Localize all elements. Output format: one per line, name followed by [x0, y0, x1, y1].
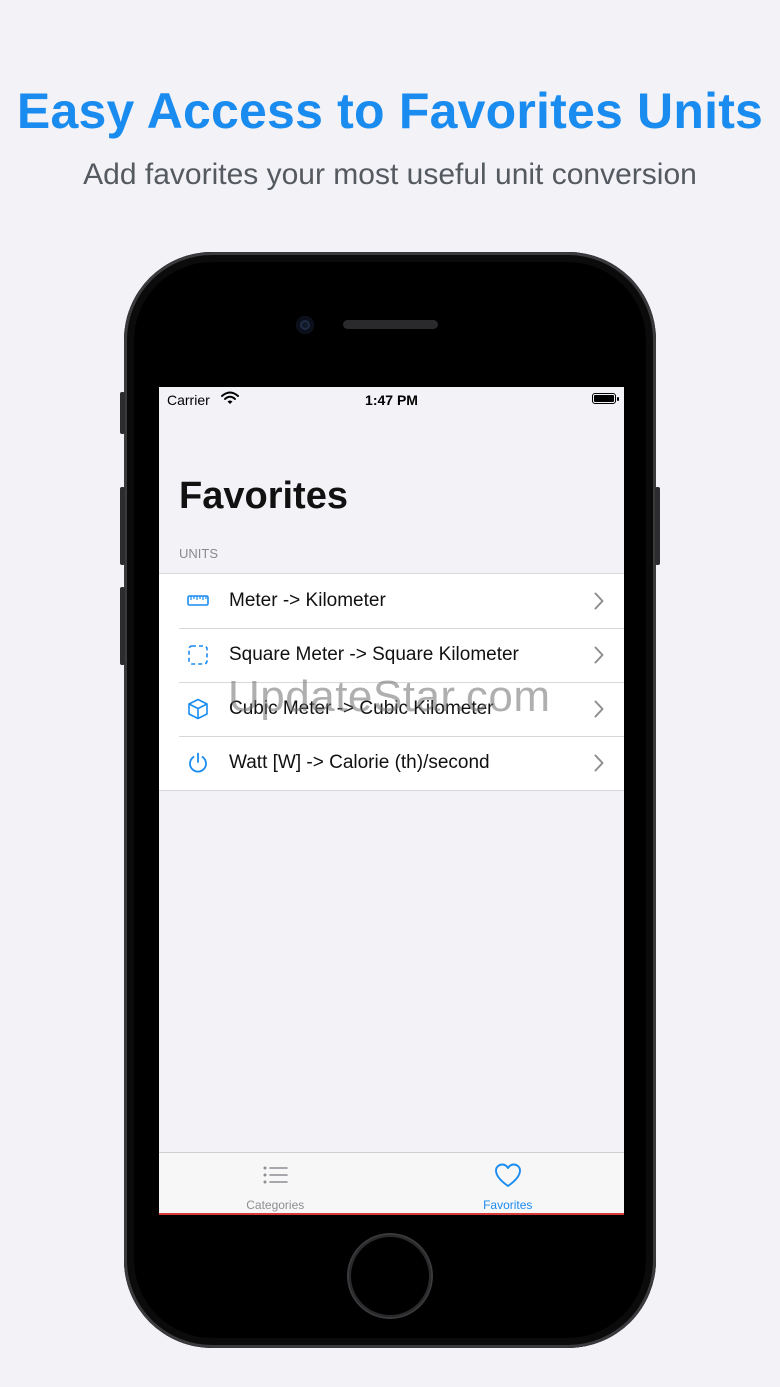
home-button[interactable]: [349, 1235, 431, 1317]
earpiece-speaker: [343, 320, 438, 329]
heart-icon: [494, 1163, 521, 1187]
chevron-right-icon: [594, 754, 604, 772]
volume-down-button: [120, 587, 125, 665]
list-item-label: Meter -> Kilometer: [229, 590, 386, 611]
power-icon: [189, 752, 207, 773]
chevron-right-icon: [594, 646, 604, 664]
tab-favorites[interactable]: Favorites: [392, 1153, 625, 1213]
tab-categories[interactable]: Categories: [159, 1153, 392, 1213]
list-icon: [263, 1166, 289, 1184]
page-title: Favorites: [179, 475, 348, 517]
front-camera: [296, 316, 314, 334]
tab-bar: Categories Favorites: [159, 1152, 624, 1215]
list-item[interactable]: Watt [W] -> Calorie (th)/second: [159, 736, 624, 790]
ruler-icon: [187, 595, 209, 606]
promo-headline: Easy Access to Favorites Units: [16, 83, 764, 139]
list-item-label: Watt [W] -> Calorie (th)/second: [229, 752, 490, 773]
power-button: [655, 487, 660, 565]
app-screen: Carrier 1:47 PM Favorites UNITS Meter ->…: [159, 387, 624, 1215]
watermark: UpdateStar.com: [228, 672, 551, 721]
list-item[interactable]: Meter -> Kilometer: [159, 574, 624, 628]
status-bar: Carrier 1:47 PM: [159, 387, 624, 413]
list-item-label: Square Meter -> Square Kilometer: [229, 644, 519, 665]
tab-label: Categories: [246, 1198, 305, 1212]
mute-switch: [120, 392, 125, 434]
clock-label: 1:47 PM: [365, 392, 418, 408]
promo-subheadline: Add favorites your most useful unit conv…: [83, 158, 697, 191]
tab-label: Favorites: [483, 1198, 533, 1212]
dashed-square-icon: [188, 645, 208, 665]
volume-up-button: [120, 487, 125, 565]
chevron-right-icon: [594, 700, 604, 718]
section-header-units: UNITS: [179, 546, 218, 561]
battery-icon: [592, 393, 619, 404]
chevron-right-icon: [594, 592, 604, 610]
cube-icon: [188, 698, 208, 720]
